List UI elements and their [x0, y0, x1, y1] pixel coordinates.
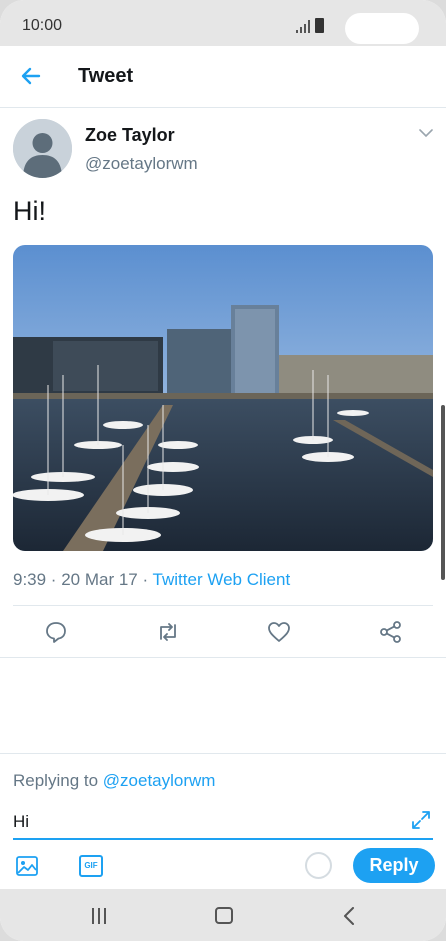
- client-link[interactable]: Twitter Web Client: [153, 570, 291, 589]
- chevron-down-icon[interactable]: [419, 128, 433, 138]
- image-icon[interactable]: [15, 854, 39, 878]
- system-navigation-bar: [0, 889, 446, 941]
- recents-icon[interactable]: [91, 908, 107, 924]
- signal-icon: [296, 20, 310, 33]
- retweet-icon[interactable]: [155, 619, 181, 645]
- character-counter: [305, 852, 332, 879]
- tweet-timestamp: 9:39 · 20 Mar 17 ·: [13, 570, 153, 589]
- scrollbar[interactable]: [441, 405, 445, 580]
- divider: [13, 605, 433, 606]
- tweet-meta: 9:39 · 20 Mar 17 · Twitter Web Client: [13, 570, 290, 590]
- gif-icon[interactable]: GIF: [79, 855, 103, 877]
- back-arrow-icon[interactable]: [19, 64, 43, 88]
- author-name[interactable]: Zoe Taylor: [85, 125, 175, 146]
- replying-prefix: Replying to: [13, 771, 103, 790]
- author-handle[interactable]: @zoetaylorwm: [85, 154, 198, 174]
- expand-icon[interactable]: [410, 809, 432, 831]
- share-icon[interactable]: [378, 619, 404, 645]
- like-icon[interactable]: [266, 619, 292, 645]
- top-app-bar: Tweet: [0, 46, 446, 108]
- reply-input[interactable]: [13, 806, 433, 840]
- camera-cutout: [345, 13, 419, 44]
- tweet-photo[interactable]: [13, 245, 433, 551]
- nav-back-icon[interactable]: [343, 907, 355, 925]
- tweet-text: Hi!: [13, 196, 46, 226]
- status-bar: 10:00: [0, 0, 446, 46]
- page-title: Tweet: [78, 65, 134, 87]
- replying-to: Replying to @zoetaylorwm: [13, 771, 215, 791]
- reply-button[interactable]: Reply: [353, 848, 435, 883]
- comment-icon[interactable]: [43, 619, 69, 645]
- battery-icon: [315, 18, 324, 33]
- status-time: 10:00: [22, 17, 63, 34]
- divider: [0, 657, 446, 658]
- default-profile-icon: [13, 119, 72, 178]
- app-frame: 10:00 Tweet Zoe Taylor @zoetaylorwm Hi!: [0, 0, 446, 941]
- replying-handle-link[interactable]: @zoetaylorwm: [103, 771, 216, 790]
- avatar[interactable]: [13, 119, 72, 178]
- home-icon[interactable]: [215, 907, 233, 924]
- reply-composer: Replying to @zoetaylorwm GIF Reply: [0, 753, 446, 889]
